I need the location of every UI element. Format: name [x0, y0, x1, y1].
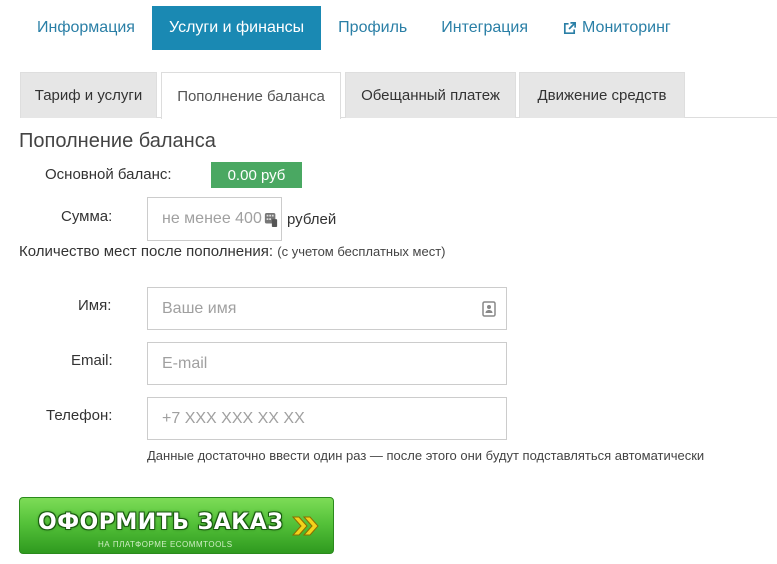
- seats-label: Количество мест после пополнения:: [19, 243, 274, 260]
- email-placeholder: E-mail: [162, 354, 208, 372]
- amount-label: Сумма:: [61, 208, 113, 225]
- phone-placeholder: +7 XXX XXX XX XX: [162, 409, 305, 427]
- nav-item-integration[interactable]: Интеграция: [424, 6, 545, 50]
- nav-item-services-finance[interactable]: Услуги и финансы: [151, 6, 322, 50]
- name-label: Имя:: [78, 297, 112, 314]
- contact-card-icon: [482, 300, 496, 317]
- place-order-sublabel: НА ПЛАТФОРМЕ ECOMMTOOLS: [98, 540, 233, 549]
- balance-label: Основной баланс:: [45, 166, 172, 183]
- email-label: Email:: [71, 352, 113, 369]
- top-navigation: Информация Услуги и финансы Профиль Инте…: [20, 6, 688, 50]
- nav-item-information[interactable]: Информация: [20, 6, 152, 50]
- nav-item-monitoring[interactable]: Мониторинг: [545, 6, 688, 50]
- name-placeholder: Ваше имя: [162, 299, 237, 317]
- place-order-label: ОФОРМИТЬ ЗАКАЗ: [38, 510, 284, 535]
- nav-item-monitoring-label: Мониторинг: [582, 19, 671, 36]
- sub-tabs: Тариф и услуги Пополнение баланса Обещан…: [20, 72, 777, 119]
- nav-item-profile[interactable]: Профиль: [321, 6, 424, 50]
- autofill-hint: Данные достаточно ввести один раз — посл…: [147, 448, 705, 463]
- phone-label: Телефон:: [46, 407, 113, 424]
- tab-promised-payment[interactable]: Обещанный платеж: [345, 72, 516, 118]
- seats-line: Количество мест после пополнения: (с уче…: [19, 243, 446, 260]
- tab-tariff-services[interactable]: Тариф и услуги: [20, 72, 157, 118]
- balance-badge: 0.00 руб: [211, 162, 302, 188]
- amount-placeholder: не менее 400: [162, 210, 262, 227]
- tab-funds-movement[interactable]: Движение средств: [519, 72, 685, 118]
- phone-input[interactable]: +7 XXX XXX XX XX: [147, 397, 507, 440]
- tab-balance-topup[interactable]: Пополнение баланса: [161, 72, 341, 119]
- email-input[interactable]: E-mail: [147, 342, 507, 385]
- external-link-icon: [564, 21, 576, 34]
- name-input[interactable]: Ваше имя: [147, 287, 507, 330]
- amount-unit: рублей: [287, 211, 337, 228]
- calculator-icon: [264, 213, 278, 227]
- seats-note: (с учетом бесплатных мест): [277, 244, 446, 259]
- double-chevron-right-icon: [291, 516, 319, 536]
- amount-input[interactable]: не менее 400: [147, 197, 282, 241]
- section-title: Пополнение баланса: [19, 130, 216, 152]
- place-order-button[interactable]: ОФОРМИТЬ ЗАКАЗ НА ПЛАТФОРМЕ ECOMMTOOLS: [19, 497, 334, 554]
